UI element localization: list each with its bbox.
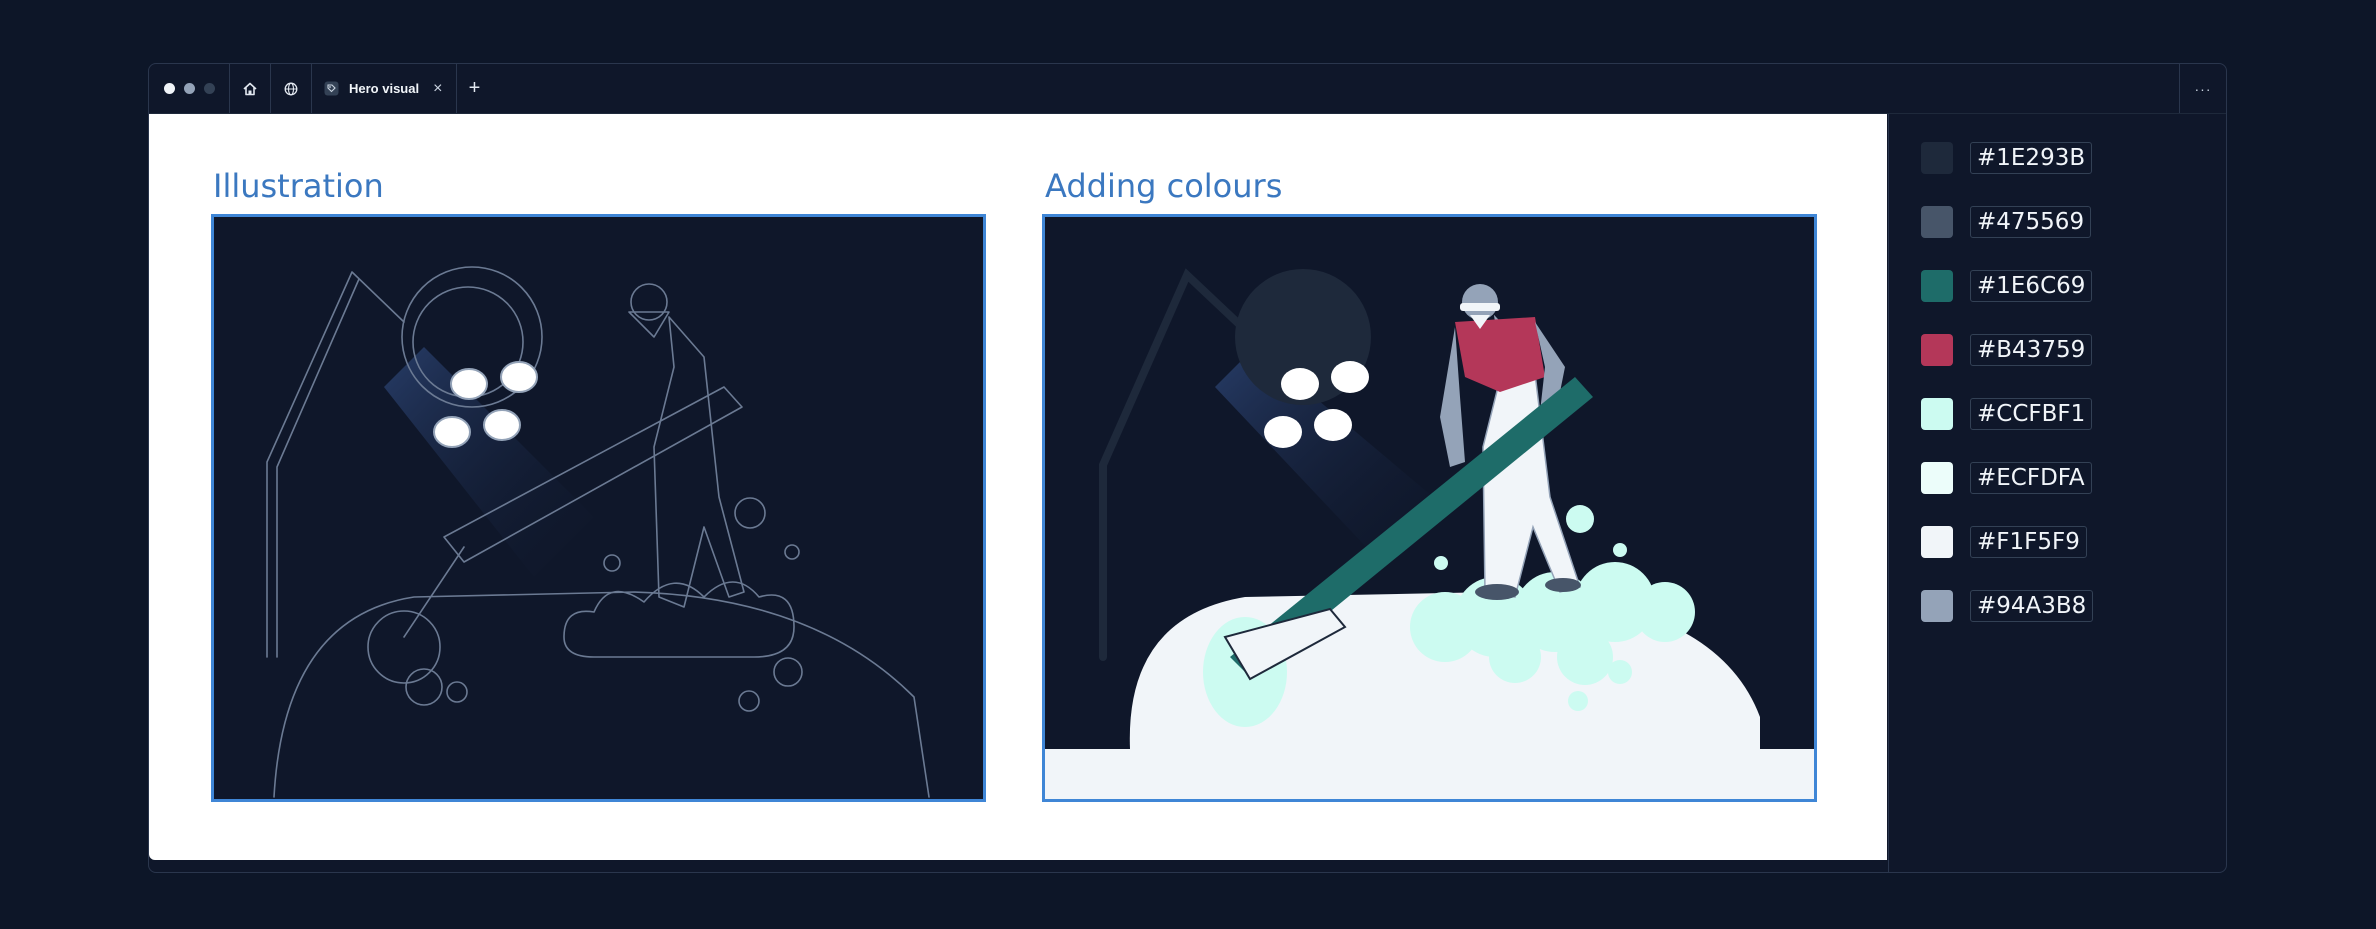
hex-label: #F1F5F9 bbox=[1970, 526, 2087, 558]
tab-label: Hero visual bbox=[349, 81, 420, 96]
home-button[interactable] bbox=[230, 64, 271, 113]
colour-swatch bbox=[1921, 398, 1953, 430]
home-icon bbox=[243, 82, 257, 95]
colour-swatch bbox=[1921, 462, 1953, 494]
title-bar: Hero visual × + ··· bbox=[149, 64, 2226, 114]
artboard: Illustration Adding colours bbox=[149, 114, 1887, 860]
palette-item[interactable]: #CCFBF1 bbox=[1921, 398, 2093, 430]
palette-item[interactable]: #1E293B bbox=[1921, 142, 2093, 174]
colour-swatch bbox=[1921, 526, 1953, 558]
coloured-illustration bbox=[1045, 268, 1814, 799]
palette-item[interactable]: #B43759 bbox=[1921, 334, 2093, 366]
colour-swatch bbox=[1921, 270, 1953, 302]
panel-title-adding-colours: Adding colours bbox=[1045, 167, 1283, 205]
window-controls bbox=[149, 64, 230, 113]
palette-item[interactable]: #1E6C69 bbox=[1921, 270, 2093, 302]
hex-label: #1E293B bbox=[1970, 142, 2093, 174]
colour-swatch bbox=[1921, 206, 1953, 238]
tab-hero-visual[interactable]: Hero visual × bbox=[312, 64, 458, 113]
browser-window: Hero visual × + ··· Illustration Adding … bbox=[148, 63, 2227, 873]
illustration-frame[interactable] bbox=[211, 214, 986, 802]
palette-item[interactable]: #475569 bbox=[1921, 206, 2092, 238]
palette-item[interactable]: #94A3B8 bbox=[1921, 590, 2094, 622]
palette-item[interactable]: #F1F5F9 bbox=[1921, 526, 2087, 558]
hex-label: #94A3B8 bbox=[1970, 590, 2094, 622]
hex-label: #1E6C69 bbox=[1970, 270, 2093, 302]
hex-label: #B43759 bbox=[1970, 334, 2093, 366]
maximize-window-button[interactable] bbox=[203, 83, 215, 94]
close-window-button[interactable] bbox=[163, 83, 175, 94]
coloured-frame[interactable] bbox=[1042, 214, 1817, 802]
tag-icon bbox=[324, 81, 339, 96]
line-illustration bbox=[266, 266, 930, 798]
colour-swatch bbox=[1921, 590, 1953, 622]
globe-button[interactable] bbox=[271, 64, 312, 113]
hex-label: #475569 bbox=[1970, 206, 2092, 238]
more-menu-button[interactable]: ··· bbox=[2179, 64, 2226, 113]
new-tab-button[interactable]: + bbox=[457, 64, 491, 113]
hex-label: #ECFDFA bbox=[1970, 462, 2092, 494]
minimize-window-button[interactable] bbox=[183, 83, 195, 94]
colour-swatch bbox=[1921, 142, 1953, 174]
tab-close-icon[interactable]: × bbox=[433, 80, 442, 98]
hex-label: #CCFBF1 bbox=[1970, 398, 2093, 430]
colour-swatch bbox=[1921, 334, 1953, 366]
colour-palette: #1E293B #475569 #1E6C69 #B43759 #CCFBF1 … bbox=[1888, 114, 2226, 872]
palette-item[interactable]: #ECFDFA bbox=[1921, 462, 2092, 494]
panel-title-illustration: Illustration bbox=[213, 167, 384, 205]
globe-icon bbox=[284, 82, 298, 95]
